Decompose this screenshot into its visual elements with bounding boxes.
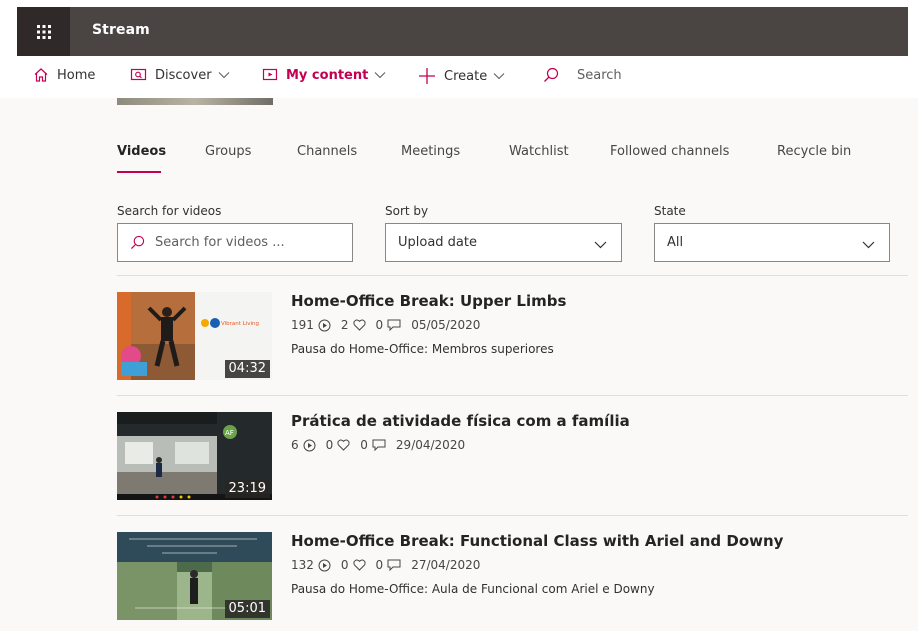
plus-icon xyxy=(418,67,436,85)
play-circle-icon xyxy=(318,559,331,571)
heart-icon xyxy=(352,319,366,331)
nav-home[interactable]: Home xyxy=(33,67,95,83)
video-thumbnail[interactable]: Vibrant Living 04:32 xyxy=(117,292,272,380)
video-description: Pausa do Home-Office: Membros superiores xyxy=(291,342,554,356)
nav-search[interactable]: Search xyxy=(543,67,622,83)
chevron-down-icon xyxy=(374,71,386,79)
thumbnail-overlay-text: Vibrant Living xyxy=(221,321,259,327)
main-content: Videos Groups Channels Meetings Watchlis… xyxy=(0,98,918,631)
view-count: 132 xyxy=(291,558,331,572)
comment-icon xyxy=(387,319,401,331)
like-count: 2 xyxy=(341,318,366,332)
video-duration: 23:19 xyxy=(224,480,270,498)
top-bar: Stream xyxy=(17,7,908,56)
play-circle-icon xyxy=(303,439,316,451)
app-launcher-button[interactable] xyxy=(17,7,70,56)
state-value: All xyxy=(667,235,684,250)
sort-by-label: Sort by xyxy=(385,204,429,218)
home-icon xyxy=(33,67,49,83)
nav-discover-label: Discover xyxy=(155,67,212,83)
like-count-value: 0 xyxy=(325,438,334,452)
comment-count-value: 0 xyxy=(375,558,384,572)
like-count-value: 2 xyxy=(340,318,349,332)
tab-videos[interactable]: Videos xyxy=(117,144,166,159)
tab-followed-channels[interactable]: Followed channels xyxy=(610,144,729,159)
tab-watchlist[interactable]: Watchlist xyxy=(509,144,569,159)
comment-count: 0 xyxy=(376,318,402,332)
upload-date: 27/04/2020 xyxy=(411,558,481,572)
chevron-down-icon xyxy=(493,72,505,80)
thumbnail-overlay-text: AF xyxy=(225,429,234,437)
comment-count: 0 xyxy=(360,438,386,452)
search-videos-placeholder: Search for videos ... xyxy=(155,235,285,250)
banner-image xyxy=(117,98,273,105)
search-icon xyxy=(130,235,145,250)
divider xyxy=(117,395,908,396)
video-row[interactable]: 05:01 Home-Office Break: Functional Clas… xyxy=(117,532,908,622)
video-title[interactable]: Prática de atividade física com a famíli… xyxy=(291,412,630,430)
chevron-down-icon xyxy=(218,71,230,79)
like-count: 0 xyxy=(326,438,351,452)
nav-search-label: Search xyxy=(577,67,622,83)
video-row[interactable]: Vibrant Living 04:32 Home-Office Break: … xyxy=(117,292,908,382)
view-count: 191 xyxy=(291,318,331,332)
tab-channels[interactable]: Channels xyxy=(297,144,357,159)
search-videos-input[interactable]: Search for videos ... xyxy=(117,223,353,262)
app-title[interactable]: Stream xyxy=(92,22,150,38)
video-duration: 05:01 xyxy=(224,600,270,618)
video-duration: 04:32 xyxy=(224,360,270,378)
heart-icon xyxy=(352,559,366,571)
video-description: Pausa do Home-Office: Aula de Funcional … xyxy=(291,582,655,596)
sort-by-dropdown[interactable]: Upload date xyxy=(385,223,622,262)
nav-create-label: Create xyxy=(444,68,488,84)
video-thumbnail[interactable]: 05:01 xyxy=(117,532,272,620)
discover-icon xyxy=(130,67,147,83)
video-title[interactable]: Home-Office Break: Functional Class with… xyxy=(291,532,783,550)
state-label: State xyxy=(654,204,686,218)
tab-groups[interactable]: Groups xyxy=(205,144,251,159)
comment-icon xyxy=(372,439,386,451)
nav-home-label: Home xyxy=(57,67,96,83)
chevron-down-icon xyxy=(862,238,875,253)
search-icon xyxy=(543,67,559,83)
tab-recycle-bin[interactable]: Recycle bin xyxy=(777,144,851,159)
like-count: 0 xyxy=(341,558,366,572)
app-launcher-icon xyxy=(36,24,51,39)
nav-create[interactable]: Create xyxy=(418,67,505,85)
state-dropdown[interactable]: All xyxy=(654,223,890,262)
like-count-value: 0 xyxy=(340,558,349,572)
video-row[interactable]: AF 23:19 Prática de atividade física com… xyxy=(117,412,908,502)
divider xyxy=(117,275,908,276)
nav-my-content[interactable]: My content xyxy=(262,67,386,83)
active-tab-indicator xyxy=(117,171,161,173)
main-nav: Home Discover My content Create Search xyxy=(0,56,918,98)
video-stats: 191 2 0 05/05/2020 xyxy=(291,318,490,332)
play-circle-icon xyxy=(318,319,331,331)
sort-by-value: Upload date xyxy=(398,235,477,250)
view-count: 6 xyxy=(291,438,316,452)
comment-count-value: 0 xyxy=(360,438,368,452)
comment-icon xyxy=(387,559,401,571)
heart-icon xyxy=(337,439,350,451)
video-title[interactable]: Home-Office Break: Upper Limbs xyxy=(291,292,566,310)
view-count-value: 191 xyxy=(291,318,314,332)
nav-my-content-label: My content xyxy=(286,67,369,83)
view-count-value: 6 xyxy=(291,438,299,452)
video-stats: 132 0 0 27/04/2020 xyxy=(291,558,490,572)
tab-meetings[interactable]: Meetings xyxy=(401,144,460,159)
view-count-value: 132 xyxy=(291,558,314,572)
comment-count-value: 0 xyxy=(375,318,384,332)
video-thumbnail[interactable]: AF 23:19 xyxy=(117,412,272,500)
upload-date: 29/04/2020 xyxy=(395,438,466,452)
video-stats: 6 0 0 29/04/2020 xyxy=(291,438,475,452)
search-videos-label: Search for videos xyxy=(117,204,222,218)
comment-count: 0 xyxy=(376,558,402,572)
upload-date: 05/05/2020 xyxy=(411,318,481,332)
nav-discover[interactable]: Discover xyxy=(130,67,230,83)
chevron-down-icon xyxy=(594,238,607,253)
my-content-icon xyxy=(262,67,278,83)
divider xyxy=(117,515,908,516)
